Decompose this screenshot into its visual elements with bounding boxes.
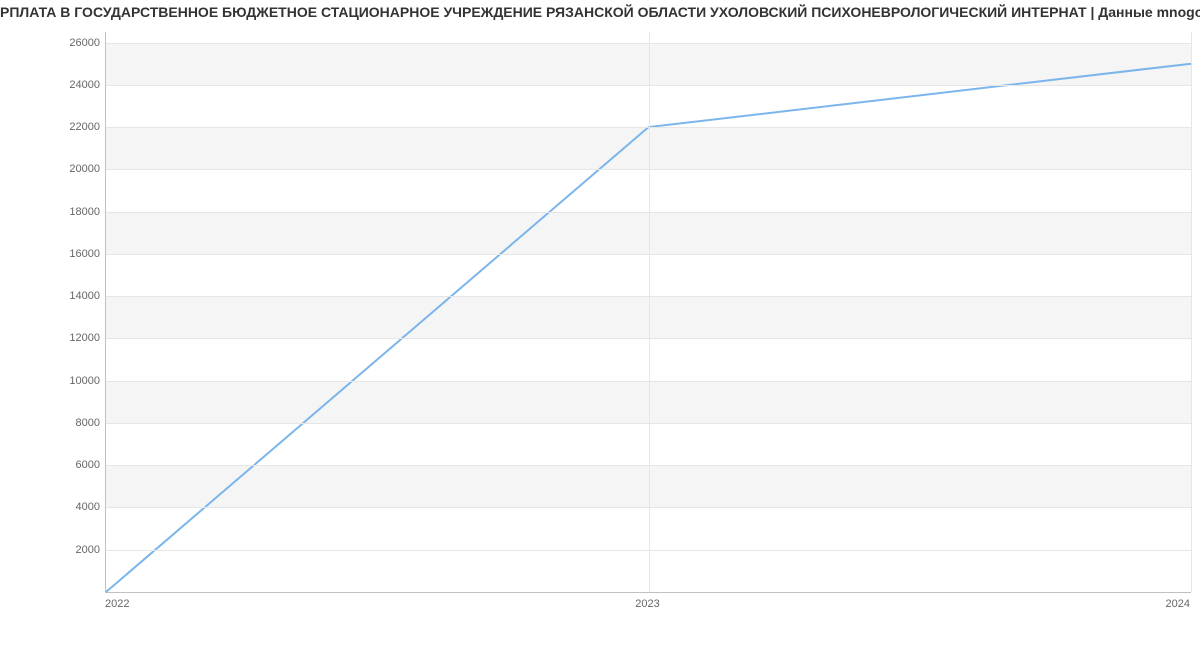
y-tick-label: 2000: [40, 544, 100, 556]
chart-title: РПЛАТА В ГОСУДАРСТВЕННОЕ БЮДЖЕТНОЕ СТАЦИ…: [0, 0, 1200, 20]
y-tick-label: 20000: [40, 163, 100, 175]
y-tick-label: 6000: [40, 459, 100, 471]
y-tick-label: 10000: [40, 375, 100, 387]
y-tick-label: 4000: [40, 501, 100, 513]
y-tick-label: 16000: [40, 248, 100, 260]
y-tick-label: 18000: [40, 206, 100, 218]
chart-plot: 2000 4000 6000 8000 10000 12000 14000 16000 1800…: [0, 22, 1200, 628]
x-grid-line: [1191, 32, 1192, 592]
x-tick-label: 2024: [1166, 598, 1190, 610]
y-tick-label: 8000: [40, 417, 100, 429]
x-tick-label: 2023: [635, 598, 659, 610]
x-tick-label: 2022: [105, 598, 129, 610]
x-grid-line: [649, 32, 650, 592]
y-tick-label: 26000: [40, 37, 100, 49]
y-tick-label: 12000: [40, 332, 100, 344]
y-tick-label: 22000: [40, 121, 100, 133]
y-tick-label: 14000: [40, 290, 100, 302]
y-tick-label: 24000: [40, 79, 100, 91]
plot-area: [105, 32, 1191, 593]
